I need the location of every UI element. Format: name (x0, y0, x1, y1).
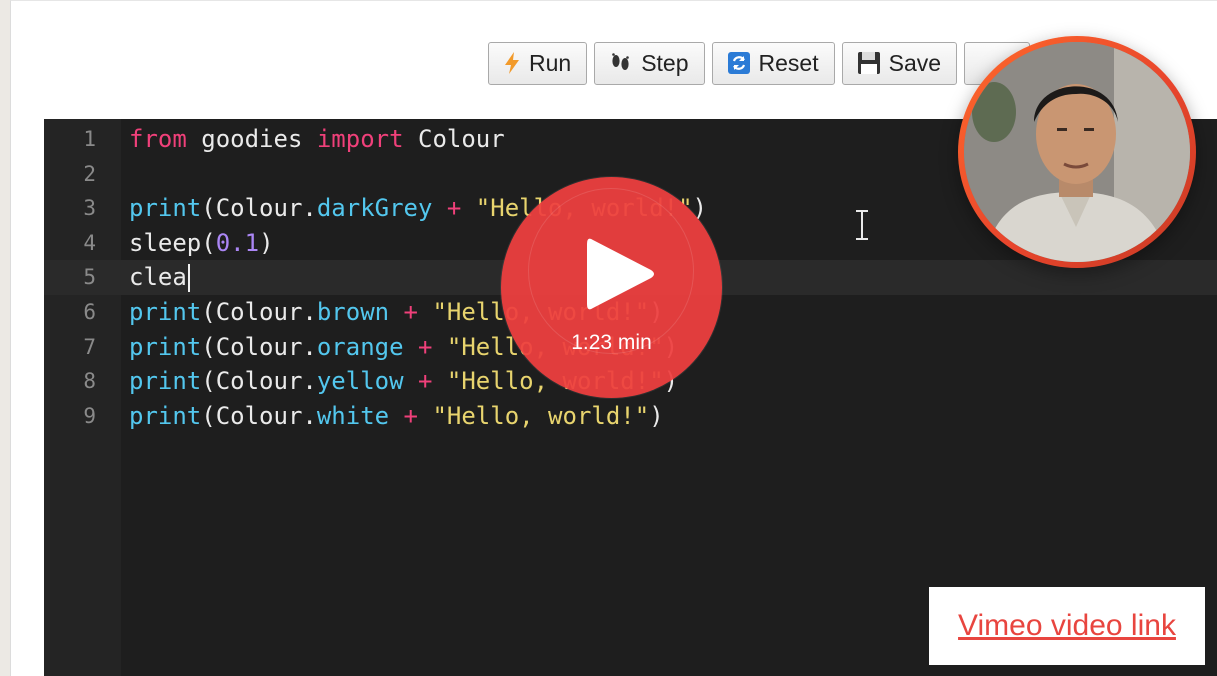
code-text: sleep(0.1) (129, 226, 274, 261)
code-text: print(Colour.white + "Hello, world!") (129, 399, 664, 434)
code-token: 0.1 (215, 228, 260, 257)
text-caret (187, 264, 190, 293)
code-token: + (403, 332, 447, 361)
run-button[interactable]: Run (488, 41, 588, 85)
code-token: (Colour. (201, 401, 317, 430)
save-button[interactable]: Save (841, 41, 958, 85)
code-line[interactable]: 9 print(Colour.white + "Hello, world!") (44, 399, 1217, 434)
code-token: print (129, 401, 202, 430)
footprints-icon (610, 53, 632, 73)
line-number: 3 (83, 196, 96, 221)
code-token: + (389, 401, 433, 430)
line-number: 7 (83, 334, 96, 359)
reset-button[interactable]: Reset (711, 41, 835, 85)
code-token: print (129, 332, 202, 361)
code-token: (Colour. (201, 194, 317, 223)
code-text: clea (129, 260, 190, 295)
reset-label: Reset (758, 49, 819, 76)
line-number: 4 (83, 230, 96, 255)
line-number: 2 (83, 161, 96, 186)
code-token: ) (259, 228, 274, 257)
code-token: + (389, 297, 433, 326)
save-label: Save (888, 49, 942, 76)
code-token: "Hello, world!" (432, 401, 650, 430)
code-token: yellow (316, 367, 404, 396)
lightning-icon (504, 52, 520, 74)
vimeo-video-link[interactable]: Vimeo video link (958, 609, 1176, 643)
video-play-button[interactable]: 1:23 min (501, 177, 722, 398)
vimeo-link-box: Vimeo video link (929, 587, 1205, 665)
line-number: 6 (83, 299, 96, 324)
reset-icon (727, 52, 750, 74)
step-label: Step (641, 49, 689, 76)
code-token: (Colour. (201, 332, 317, 361)
line-number: 5 (83, 265, 96, 290)
code-token: (Colour. (201, 297, 317, 326)
run-label: Run (529, 49, 572, 76)
text-cursor-icon (854, 209, 870, 246)
code-token: orange (316, 332, 404, 361)
line-number: 1 (83, 127, 96, 151)
code-token: print (129, 194, 202, 223)
code-text: from goodies import Colour (129, 122, 505, 157)
code-token: print (129, 367, 202, 396)
code-token: clea (129, 263, 187, 292)
code-token: goodies (186, 125, 317, 153)
video-duration: 1:23 min (571, 331, 652, 354)
code-token: print (129, 297, 202, 326)
line-number: 9 (83, 403, 96, 428)
code-token: white (316, 401, 390, 430)
play-icon (587, 236, 655, 317)
presenter-avatar (958, 36, 1196, 268)
step-button[interactable]: Step (594, 41, 705, 85)
code-token: + (403, 367, 447, 396)
code-token: Colour (403, 125, 505, 153)
code-token: brown (316, 297, 390, 326)
code-token: from (129, 125, 187, 153)
code-token: ) (649, 401, 664, 430)
code-token: darkGrey (316, 194, 433, 223)
code-token: (Colour. (201, 367, 317, 396)
code-token: import (316, 125, 404, 153)
presenter-photo (964, 42, 1190, 262)
code-token: + (432, 194, 476, 223)
line-number: 8 (83, 369, 96, 394)
save-icon (857, 52, 880, 74)
code-token: sleep( (129, 228, 216, 257)
